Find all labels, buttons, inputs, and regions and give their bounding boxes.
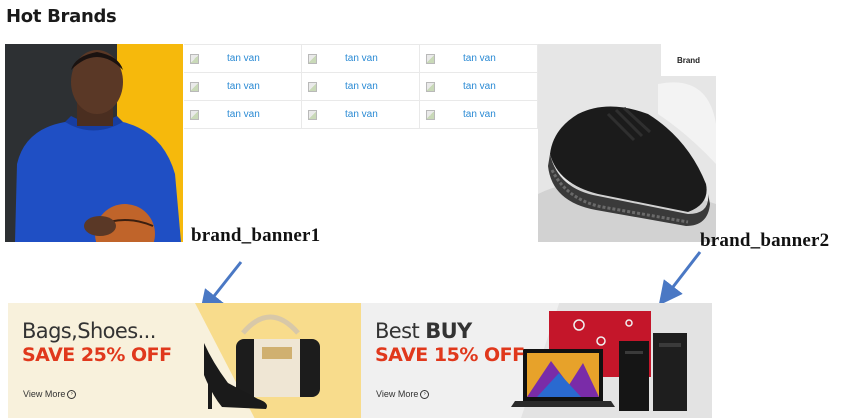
brand-link[interactable]: tan van xyxy=(302,45,420,73)
brand-link[interactable]: tan van xyxy=(420,73,538,101)
brand-link[interactable]: tan van xyxy=(302,73,420,101)
athlete-figure xyxy=(15,50,181,242)
arrow-right-icon: › xyxy=(420,389,430,399)
arrow-banner2 xyxy=(658,251,702,306)
arrow-right-icon: › xyxy=(67,389,77,399)
brand-tag: Brand xyxy=(661,44,716,76)
brand-grid: tan van tan van tan van tan van tan van … xyxy=(184,44,538,129)
annotation-brand-banner1: brand_banner1 xyxy=(191,225,321,246)
section-title: Hot Brands xyxy=(6,6,117,27)
arrow-banner1 xyxy=(199,261,243,315)
brand-link[interactable]: tan van xyxy=(184,45,302,73)
broken-image-icon xyxy=(308,53,317,64)
banner2-discount: SAVE 15% OFF xyxy=(375,344,525,366)
broken-image-icon xyxy=(190,109,199,120)
brand-link[interactable]: tan van xyxy=(184,101,302,129)
athlete-promo-image[interactable] xyxy=(5,44,183,242)
broken-image-icon xyxy=(426,81,435,92)
broken-image-icon xyxy=(190,81,199,92)
annotation-brand-banner2: brand_banner2 xyxy=(700,230,830,251)
brand-banner1[interactable]: Bags,Shoes... SAVE 25% OFF View More › xyxy=(8,303,361,418)
broken-image-icon xyxy=(426,53,435,64)
broken-image-icon xyxy=(308,81,317,92)
broken-image-icon xyxy=(308,109,317,120)
broken-image-icon xyxy=(190,53,199,64)
banner1-view-more-link[interactable]: View More › xyxy=(23,389,77,399)
brand-link[interactable]: tan van xyxy=(184,73,302,101)
brand-link[interactable]: tan van xyxy=(420,101,538,129)
brand-link[interactable]: tan van xyxy=(302,101,420,129)
banner1-headline: Bags,Shoes... xyxy=(22,319,156,343)
shoe-promo-image[interactable]: Brand xyxy=(538,44,716,242)
brand-banner2[interactable]: Best BUY SAVE 15% OFF View More › xyxy=(361,303,712,418)
banner2-view-more-link[interactable]: View More › xyxy=(376,389,430,399)
broken-image-icon xyxy=(426,109,435,120)
brand-link[interactable]: tan van xyxy=(420,45,538,73)
banner2-headline: Best BUY xyxy=(375,319,472,343)
banner1-discount: SAVE 25% OFF xyxy=(22,344,172,366)
